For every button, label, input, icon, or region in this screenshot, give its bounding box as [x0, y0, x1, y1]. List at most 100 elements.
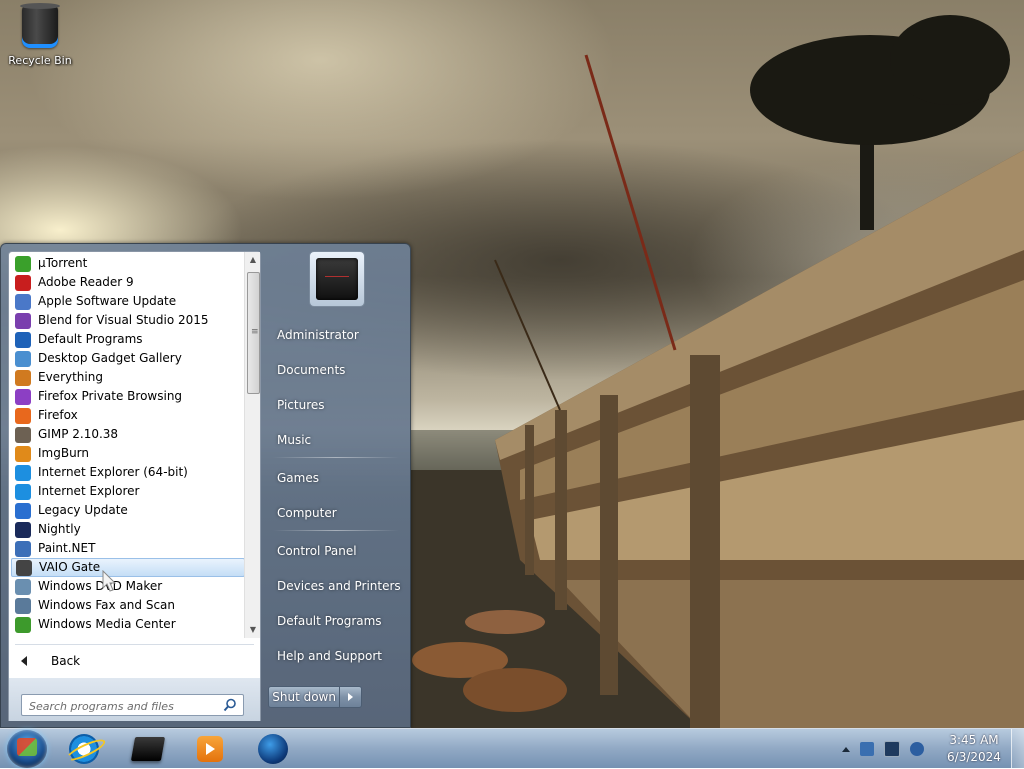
program-label: µTorrent	[38, 256, 88, 270]
shutdown-options-button[interactable]	[340, 687, 361, 707]
search-area	[9, 678, 260, 721]
program-label: Windows Fax and Scan	[38, 598, 176, 612]
volume-icon[interactable]	[910, 742, 924, 756]
program-item[interactable]: Apple Software Update	[11, 292, 245, 311]
divider	[273, 530, 399, 531]
back-button[interactable]: Back	[17, 650, 80, 672]
programs-scrollbar[interactable]: ▲ ≡ ▼	[244, 252, 260, 638]
start-link-documents[interactable]: Documents	[269, 356, 405, 384]
scroll-down-arrow-icon[interactable]: ▼	[245, 622, 261, 638]
search-input[interactable]	[27, 696, 221, 716]
start-link-pictures[interactable]: Pictures	[269, 391, 405, 419]
apple-update-icon	[15, 293, 31, 310]
start-link-control-panel[interactable]: Control Panel	[269, 537, 405, 565]
chevron-right-icon	[348, 693, 354, 701]
dvd-maker-icon	[15, 578, 31, 595]
taskbar-media-player[interactable]	[184, 731, 236, 767]
program-item[interactable]: VAIO Gate	[11, 558, 245, 577]
program-item[interactable]: µTorrent	[11, 254, 245, 273]
desktop-icon-label: Recycle Bin	[8, 54, 72, 67]
search-icon[interactable]	[223, 698, 237, 712]
program-item[interactable]: Windows Media Center	[11, 615, 245, 634]
back-arrow-icon	[21, 656, 27, 666]
nightly-icon	[15, 521, 31, 538]
start-menu: µTorrent Adobe Reader 9 Apple Software Upd…	[0, 243, 411, 728]
program-item[interactable]: Internet Explorer (64-bit)	[11, 463, 245, 482]
start-link-help-and-support[interactable]: Help and Support	[269, 642, 405, 670]
taskbar-internet-explorer[interactable]	[58, 731, 110, 767]
start-link-computer[interactable]: Computer	[269, 499, 405, 527]
desktop-icon-recycle-bin[interactable]: Recycle Bin	[8, 3, 72, 67]
legacy-update-icon	[15, 502, 31, 519]
program-label: Firefox Private Browsing	[38, 389, 183, 403]
clock-time: 3:45 AM	[949, 733, 999, 747]
imgburn-icon	[15, 445, 31, 462]
scroll-thumb[interactable]: ≡	[247, 272, 260, 394]
user-picture[interactable]	[309, 251, 365, 307]
clock[interactable]: 3:45 AM 6/3/2024	[934, 732, 1014, 766]
taskbar-vaio[interactable]	[122, 731, 174, 767]
program-item[interactable]: Adobe Reader 9	[11, 273, 245, 292]
program-label: Windows Media Center	[38, 617, 176, 631]
program-label: Paint.NET	[38, 541, 96, 555]
search-box[interactable]	[21, 694, 244, 716]
system-tray	[842, 737, 934, 761]
program-label: Adobe Reader 9	[38, 275, 134, 289]
gimp-icon	[15, 426, 31, 443]
program-item[interactable]: Everything	[11, 368, 245, 387]
back-label: Back	[51, 654, 81, 668]
show-hidden-icons-icon[interactable]	[842, 746, 850, 752]
start-link-devices-and-printers[interactable]: Devices and Printers	[269, 572, 405, 600]
program-item[interactable]: GIMP 2.10.38	[11, 425, 245, 444]
shutdown-split-button: Shut down	[268, 686, 362, 708]
taskbar-browser[interactable]	[247, 731, 299, 767]
utorrent-icon	[15, 255, 31, 272]
media-player-icon	[197, 736, 223, 762]
program-item[interactable]: Desktop Gadget Gallery	[11, 349, 245, 368]
internet-explorer-icon	[15, 464, 31, 481]
program-label: Apple Software Update	[38, 294, 177, 308]
vaio-icon	[130, 737, 166, 761]
program-item[interactable]: ImgBurn	[11, 444, 245, 463]
program-item[interactable]: Firefox Private Browsing	[11, 387, 245, 406]
program-item[interactable]: Paint.NET	[11, 539, 245, 558]
display-icon[interactable]	[884, 741, 900, 757]
internet-explorer-icon	[69, 734, 99, 764]
program-label: Firefox	[38, 408, 78, 422]
program-item[interactable]: Internet Explorer	[11, 482, 245, 501]
paint-net-icon	[15, 540, 31, 557]
start-link-default-programs[interactable]: Default Programs	[269, 607, 405, 635]
program-label: Default Programs	[38, 332, 143, 346]
show-desktop-button[interactable]	[1011, 729, 1024, 769]
program-label: Legacy Update	[38, 503, 128, 517]
program-item[interactable]: Windows DVD Maker	[11, 577, 245, 596]
program-item[interactable]: Default Programs	[11, 330, 245, 349]
start-link-music[interactable]: Music	[269, 426, 405, 454]
start-link-administrator[interactable]: Administrator	[269, 321, 405, 349]
divider	[273, 457, 399, 458]
recycle-bin-icon	[20, 3, 60, 48]
programs-pane: µTorrent Adobe Reader 9 Apple Software Upd…	[8, 251, 261, 721]
clock-date: 6/3/2024	[947, 750, 1001, 764]
program-item[interactable]: Nightly	[11, 520, 245, 539]
blend-icon	[15, 312, 31, 329]
gadget-gallery-icon	[15, 350, 31, 367]
adobe-reader-icon	[15, 274, 31, 291]
taskbar: 3:45 AM 6/3/2024	[0, 728, 1024, 769]
start-button[interactable]	[7, 730, 47, 768]
grip-icon: ≡	[251, 327, 259, 337]
program-item[interactable]: Firefox	[11, 406, 245, 425]
program-item[interactable]: Legacy Update	[11, 501, 245, 520]
program-item[interactable]: Blend for Visual Studio 2015	[11, 311, 245, 330]
program-label: Internet Explorer (64-bit)	[38, 465, 188, 479]
network-icon[interactable]	[860, 742, 874, 756]
program-label: ImgBurn	[38, 446, 90, 460]
program-item[interactable]: Windows Fax and Scan	[11, 596, 245, 615]
firefox-private-icon	[15, 388, 31, 405]
shutdown-button[interactable]: Shut down	[269, 687, 341, 707]
scroll-up-arrow-icon[interactable]: ▲	[245, 252, 261, 268]
start-link-games[interactable]: Games	[269, 464, 405, 492]
all-programs-list: µTorrent Adobe Reader 9 Apple Software Upd…	[11, 254, 245, 640]
browser-globe-icon	[258, 734, 288, 764]
vaio-gate-icon	[16, 559, 32, 576]
